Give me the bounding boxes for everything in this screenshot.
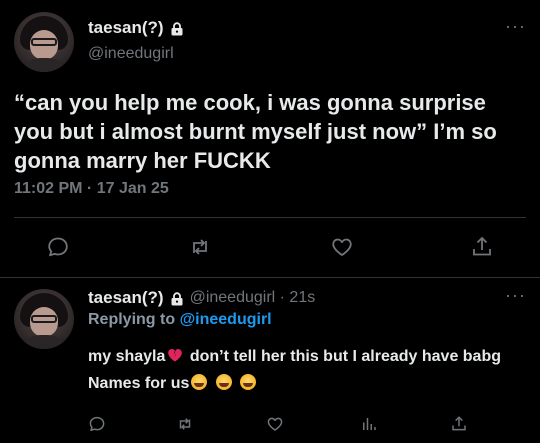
- like-icon[interactable]: [330, 235, 354, 259]
- share-icon[interactable]: [470, 235, 494, 259]
- tweet-text: “can you help me cook, i was gonna surpr…: [14, 90, 497, 173]
- main-tweet: taesan(?) @ineedugirl ··· “can you help …: [0, 0, 540, 278]
- like-icon[interactable]: [266, 415, 284, 433]
- mention-link[interactable]: @ineedugirl: [180, 311, 272, 328]
- more-icon[interactable]: ···: [505, 16, 526, 37]
- time-ago[interactable]: · 21s: [280, 289, 316, 306]
- lock-icon: [170, 21, 184, 36]
- analytics-icon[interactable]: [360, 415, 378, 433]
- reply-tweet: taesan(?) @ineedugirl · 21s ··· Replying…: [0, 279, 540, 443]
- reply-text: my shayla don’t tell her this but I alre…: [88, 343, 518, 397]
- retweet-icon[interactable]: [176, 415, 194, 433]
- timestamp[interactable]: 11:02 PM · 17 Jan 25: [14, 180, 169, 198]
- reply-icon[interactable]: [88, 415, 106, 433]
- replying-label: Replying to: [88, 311, 176, 328]
- handle[interactable]: @ineedugirl: [88, 45, 174, 63]
- face-with-tears-of-joy-emoji: [215, 374, 232, 390]
- divider: [14, 217, 526, 218]
- share-icon[interactable]: [450, 415, 468, 433]
- broken-heart-emoji: [167, 345, 183, 362]
- handle[interactable]: @ineedugirl: [190, 289, 276, 306]
- replying-to: Replying to @ineedugirl: [88, 311, 272, 329]
- reply-icon[interactable]: [46, 235, 70, 259]
- avatar[interactable]: [14, 289, 74, 349]
- divider: [0, 277, 540, 278]
- avatar[interactable]: [14, 12, 74, 72]
- face-with-tears-of-joy-emoji: [191, 374, 208, 390]
- lock-icon: [170, 291, 184, 306]
- face-with-tears-of-joy-emoji: [240, 374, 257, 390]
- display-name[interactable]: taesan(?): [88, 18, 184, 38]
- display-name[interactable]: taesan(?) @ineedugirl · 21s: [88, 288, 315, 308]
- retweet-icon[interactable]: [188, 235, 212, 259]
- more-icon[interactable]: ···: [505, 285, 526, 306]
